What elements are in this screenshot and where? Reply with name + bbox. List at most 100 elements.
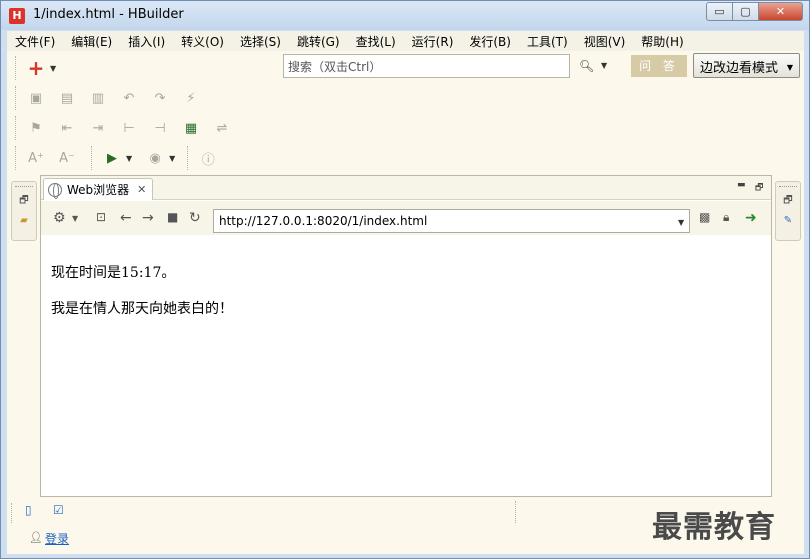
restore-panel-icon[interactable]: 🗗︎ [17,194,31,208]
qa-button[interactable]: 问 答 [631,55,687,77]
page-content: 现在时间是15:17。 我是在情人那天向她表白的！ [51,262,233,334]
menu-run[interactable]: 运行(R) [404,33,462,50]
new-project-icon[interactable]: ▯ [25,503,32,517]
view-mode-label: 边改边看模式 [700,61,779,76]
toolbar-row-2: ▣ ▤ ▥ ↶ ↷ ⚡ [11,83,211,113]
menu-tools[interactable]: 工具(T) [519,33,576,50]
page-line-2: 我是在情人那天向她表白的！ [51,301,233,317]
window-title: 1/index.html - HBuilder [33,7,184,22]
refresh-icon[interactable]: ↻ [189,210,201,226]
url-dropdown-icon[interactable]: ▼ [678,218,684,227]
toolbar-grip[interactable] [15,116,17,140]
browser-dropdown-icon[interactable]: ▼ [169,154,175,163]
restore-panel-icon[interactable]: 🗗︎ [781,194,795,208]
prev-bookmark-icon[interactable]: ⇤ [56,117,78,139]
menu-help[interactable]: 帮助(H) [633,33,691,50]
outline-icon[interactable]: ✎ [781,214,795,228]
title-bar[interactable]: H 1/index.html - HBuilder ▭ ▢ ✕ [1,1,809,30]
qrcode-icon[interactable]: ▩ [699,210,710,224]
web-browser-panel: Web浏览器 ✕ ▬ 🗗︎ ⚙ ▼ ⊡ ← → ■ ↻ http://127.0… [40,175,772,497]
undo-icon[interactable]: ↶ [118,87,140,109]
menu-find[interactable]: 查找(L) [348,33,404,50]
run-icon[interactable]: ▶ [101,147,123,169]
settings-dropdown-icon[interactable]: ▼ [72,214,78,223]
back-arrow-icon[interactable]: ← [120,210,132,226]
dock-grip[interactable] [15,186,33,187]
menu-view[interactable]: 视图(V) [576,33,634,50]
project-explorer-icon[interactable]: ▰ [17,214,31,228]
right-dock: 🗗︎ ✎ [775,181,801,241]
toolbar-grip[interactable] [187,146,189,170]
maximize-button[interactable]: ▢ [732,2,759,21]
toolbar-row-3: ⚑ ⇤ ⇥ ⊢ ⊣ ▦ ⇌ [11,113,242,143]
main-area: + ▼ 搜索（双击Ctrl） 🔍︎ ▼ 问 答 边改边看模式 ▼ ▣ ▤ ▥ ↶… [7,51,804,554]
forward-arrow-icon[interactable]: → [142,210,154,226]
search-dropdown-icon[interactable]: ▼ [601,61,607,70]
lock-icon[interactable]: 🔒︎ [723,210,729,225]
app-window: H 1/index.html - HBuilder ▭ ▢ ✕ 文件(F) 编辑… [0,0,810,559]
hbuilder-logo-icon: H [9,8,25,24]
save-as-icon[interactable]: ▥ [87,87,109,109]
wrap-icon[interactable]: ⇌ [211,117,233,139]
go-arrow-icon[interactable]: ➜ [745,210,757,226]
toolbar-grip[interactable] [15,86,17,110]
close-button[interactable]: ✕ [758,2,803,21]
user-icon: 👤︎ [29,531,43,544]
browser-preview-icon[interactable]: ◉ [144,147,166,169]
info-icon[interactable]: ⓘ [197,147,219,169]
comment-icon[interactable]: ▦ [180,117,202,139]
split-left-icon[interactable]: ⊢ [118,117,140,139]
watermark-text: 最需教育 [652,510,776,545]
menu-insert[interactable]: 插入(I) [120,33,173,50]
panel-minimize-icon[interactable]: ▬ [737,180,746,190]
console-icon[interactable]: ⊡ [96,210,106,224]
minimize-button[interactable]: ▭ [706,2,733,21]
toolbar-grip[interactable] [15,56,17,80]
globe-icon [48,182,62,199]
run-dropdown-icon[interactable]: ▼ [126,154,132,163]
menu-select[interactable]: 选择(S) [232,33,289,50]
toolbar-row-1: + ▼ [11,53,56,83]
tab-strip: Web浏览器 ✕ ▬ 🗗︎ [41,176,771,200]
new-file-dropdown-icon[interactable]: ▼ [50,64,56,73]
view-mode-dropdown-icon: ▼ [786,63,793,72]
page-line-1: 现在时间是15:17。 [51,265,176,281]
search-input[interactable]: 搜索（双击Ctrl） [283,54,570,78]
stop-icon[interactable]: ■ [167,210,178,224]
menu-edit[interactable]: 编辑(E) [63,33,120,50]
login-link[interactable]: 登录 [45,530,69,547]
font-increase-icon[interactable]: A⁺ [25,147,47,169]
new-file-plus-icon[interactable]: + [25,56,47,80]
tab-label: Web浏览器 [67,183,130,197]
toolbar-row-4: A⁺ A⁻ ▶ ▼ ◉ ▼ ⓘ [11,143,228,173]
bookmark-icon[interactable]: ⚑ [25,117,47,139]
settings-gear-icon[interactable]: ⚙ [53,210,66,226]
split-right-icon[interactable]: ⊣ [149,117,171,139]
dock-grip[interactable] [779,186,797,187]
save-all-icon[interactable]: ▤ [56,87,78,109]
menu-publish[interactable]: 发行(B) [461,33,519,50]
url-input[interactable]: http://127.0.0.1:8020/1/index.html [213,209,690,233]
view-mode-select[interactable]: 边改边看模式 ▼ [693,53,800,78]
task-list-icon[interactable]: ☑ [53,503,64,517]
tab-web-browser[interactable]: Web浏览器 ✕ [43,178,153,200]
menu-goto[interactable]: 跳转(G) [289,33,348,50]
menu-escape[interactable]: 转义(O) [173,33,232,50]
toolbar-grip[interactable] [15,146,17,170]
tab-close-icon[interactable]: ✕ [137,183,146,196]
browser-nav-bar: ⚙ ▼ ⊡ ← → ■ ↻ http://127.0.0.1:8020/1/in… [41,201,771,235]
panel-maximize-icon[interactable]: 🗗︎ [755,180,763,196]
font-decrease-icon[interactable]: A⁻ [56,147,78,169]
menu-bar: 文件(F) 编辑(E) 插入(I) 转义(O) 选择(S) 跳转(G) 查找(L… [7,31,804,51]
window-controls: ▭ ▢ ✕ [706,2,803,21]
left-dock: 🗗︎ ▰ [11,181,37,241]
bottom-grip[interactable] [11,503,13,523]
next-bookmark-icon[interactable]: ⇥ [87,117,109,139]
menu-file[interactable]: 文件(F) [7,33,63,50]
save-icon[interactable]: ▣ [25,87,47,109]
search-icon[interactable]: 🔍︎ [579,59,594,73]
toolbar-grip[interactable] [91,146,93,170]
format-icon[interactable]: ⚡ [180,87,202,109]
bottom-divider [515,501,517,523]
redo-icon[interactable]: ↷ [149,87,171,109]
